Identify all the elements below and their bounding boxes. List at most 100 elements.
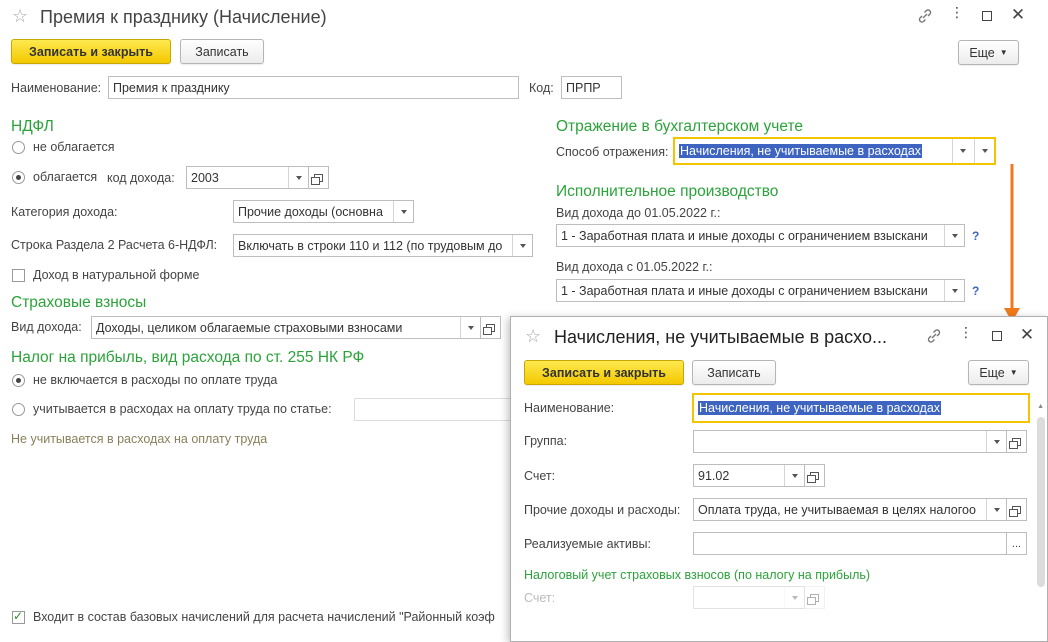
favorite-star-icon[interactable]: ☆: [525, 326, 541, 347]
base-charges-checkbox[interactable]: [12, 609, 25, 624]
enforcement-section-title: Исполнительное производство: [556, 183, 779, 200]
modal-window: ☆ Начисления, не учитываемые в расхо... …: [510, 316, 1048, 642]
modal-other-select[interactable]: Оплата труда, не учитываемая в целях нал…: [693, 498, 1007, 521]
enforcement-after-value: 1 - Заработная плата и иные доходы с огр…: [561, 283, 928, 298]
insurance-kind-select[interactable]: Доходы, целиком облагаемые страховыми вз…: [91, 316, 481, 339]
dropdown-arrow-icon[interactable]: [986, 431, 1006, 452]
modal-group-select[interactable]: [693, 430, 1007, 453]
modal-name-value: Начисления, не учитываемые в расходах: [698, 401, 942, 415]
maximize-icon[interactable]: [992, 331, 1002, 341]
accounting-method-select[interactable]: Начисления, не учитываемые в расходах: [673, 137, 996, 165]
insurance-kind-value: Доходы, целиком облагаемые страховыми вз…: [96, 320, 403, 335]
enforcement-before-select[interactable]: 1 - Заработная плата и иные доходы с огр…: [556, 224, 965, 247]
ndfl-taxed-radio[interactable]: [12, 171, 25, 184]
more-actions-icon[interactable]: ⋮: [948, 4, 966, 21]
in-kind-label: Доход в натуральной форме: [33, 268, 200, 282]
modal-other-value: Оплата труда, не учитываемая в целях нал…: [698, 502, 976, 517]
open-icon[interactable]: [480, 316, 501, 339]
modal-other-label: Прочие доходы и расходы:: [524, 503, 681, 517]
open-icon[interactable]: [1006, 498, 1027, 521]
modal-tax-account-label: Счет:: [524, 591, 556, 605]
modal-assets-input[interactable]: [693, 532, 1007, 555]
maximize-icon[interactable]: [982, 11, 992, 21]
dropdown-arrow-icon[interactable]: [944, 225, 964, 246]
chevron-down-icon: ▼: [999, 48, 1008, 57]
accounting-method-label: Способ отражения:: [556, 145, 669, 159]
ndfl-not-taxed-label: не облагается: [33, 140, 115, 154]
modal-account-select[interactable]: 91.02: [693, 464, 805, 487]
profit-tax-opt2-label: учитывается в расходах на оплату труда п…: [33, 402, 332, 416]
accounting-method-value: Начисления, не учитываемые в расходах: [679, 144, 923, 158]
ellipsis-icon: ...: [1011, 537, 1022, 550]
close-icon[interactable]: ✕: [1019, 325, 1035, 345]
chevron-down-icon: ▼: [1009, 368, 1018, 377]
close-icon[interactable]: ✕: [1010, 5, 1026, 25]
enforcement-before-value: 1 - Заработная плата и иные доходы с огр…: [561, 228, 928, 243]
modal-more-button-label: Еще: [979, 365, 1005, 380]
enforcement-after-select[interactable]: 1 - Заработная плата и иные доходы с огр…: [556, 279, 965, 302]
dropdown-arrow-icon[interactable]: [986, 499, 1006, 520]
modal-save-button[interactable]: Записать: [692, 360, 776, 385]
help-icon[interactable]: ?: [972, 284, 979, 298]
modal-more-button[interactable]: Еще ▼: [968, 360, 1029, 385]
insurance-section-title: Страховые взносы: [11, 294, 147, 311]
accounting-section-title: Отражение в бухгалтерском учете: [556, 118, 804, 135]
help-icon[interactable]: ?: [972, 229, 979, 243]
report-row-label: Строка Раздела 2 Расчета 6-НДФЛ:: [11, 238, 218, 252]
more-button-label: Еще: [969, 45, 995, 60]
open-icon: [804, 586, 825, 609]
profit-tax-section-title: Налог на прибыль, вид расхода по ст. 255…: [11, 349, 365, 366]
code-label: Код:: [529, 81, 554, 95]
modal-tax-account-select: [693, 586, 805, 609]
ndfl-not-taxed-radio[interactable]: [12, 141, 25, 154]
more-actions-icon[interactable]: ⋮: [957, 324, 975, 341]
profit-tax-opt1-radio[interactable]: [12, 374, 25, 387]
dropdown-arrow-icon[interactable]: [944, 280, 964, 301]
report-row-value: Включать в строки 110 и 112 (по трудовым…: [238, 238, 503, 253]
name-input-value: Премия к празднику: [113, 80, 230, 95]
modal-assets-label: Реализуемые активы:: [524, 537, 651, 551]
link-icon[interactable]: [916, 8, 934, 27]
code-input[interactable]: ПРПР: [561, 76, 622, 99]
dropdown-arrow-icon: [784, 587, 804, 608]
dropdown-arrow-icon[interactable]: [512, 235, 532, 256]
income-category-value: Прочие доходы (основна: [238, 204, 383, 219]
income-category-label: Категория дохода:: [11, 205, 118, 219]
enforcement-after-label: Вид дохода с 01.05.2022 г.:: [556, 260, 713, 274]
modal-name-label: Наименование:: [524, 401, 615, 415]
modal-group-label: Группа:: [524, 434, 568, 448]
expense-article-input[interactable]: [354, 398, 514, 421]
dropdown-arrow-icon[interactable]: [460, 317, 480, 338]
report-row-select[interactable]: Включать в строки 110 и 112 (по трудовым…: [233, 234, 533, 257]
scroll-up-icon[interactable]: ▲: [1037, 403, 1044, 410]
save-button[interactable]: Записать: [180, 39, 264, 64]
favorite-star-icon[interactable]: ☆: [12, 6, 28, 27]
modal-tax-section-title: Налоговый учет страховых взносов (по нал…: [524, 568, 871, 582]
open-icon[interactable]: [308, 166, 329, 189]
open-icon[interactable]: [1006, 430, 1027, 453]
modal-scrollbar[interactable]: [1037, 417, 1045, 587]
income-category-select[interactable]: Прочие доходы (основна: [233, 200, 414, 223]
modal-name-input[interactable]: Начисления, не учитываемые в расходах: [692, 393, 1030, 423]
profit-tax-opt2-radio[interactable]: [12, 403, 25, 416]
income-code-select[interactable]: 2003: [186, 166, 309, 189]
link-icon[interactable]: [925, 328, 943, 347]
in-kind-checkbox[interactable]: [12, 269, 25, 282]
save-and-close-button[interactable]: Записать и закрыть: [11, 39, 171, 64]
open-icon[interactable]: [804, 464, 825, 487]
name-input[interactable]: Премия к празднику: [108, 76, 519, 99]
more-button[interactable]: Еще ▼: [958, 40, 1019, 65]
code-input-value: ПРПР: [566, 80, 601, 95]
modal-save-and-close-button[interactable]: Записать и закрыть: [524, 360, 684, 385]
name-label: Наименование:: [11, 81, 102, 95]
dropdown-arrow-icon[interactable]: [288, 167, 308, 188]
enforcement-before-label: Вид дохода до 01.05.2022 г.:: [556, 206, 721, 220]
modal-account-label: Счет:: [524, 469, 556, 483]
open-icon[interactable]: [974, 139, 994, 163]
dropdown-arrow-icon[interactable]: [784, 465, 804, 486]
modal-title: Начисления, не учитываемые в расхо...: [554, 327, 887, 347]
profit-tax-hint: Не учитывается в расходах на оплату труд…: [11, 432, 268, 446]
dropdown-arrow-icon[interactable]: [952, 139, 972, 163]
dropdown-arrow-icon[interactable]: [393, 201, 413, 222]
modal-assets-select-button[interactable]: ...: [1006, 532, 1027, 555]
